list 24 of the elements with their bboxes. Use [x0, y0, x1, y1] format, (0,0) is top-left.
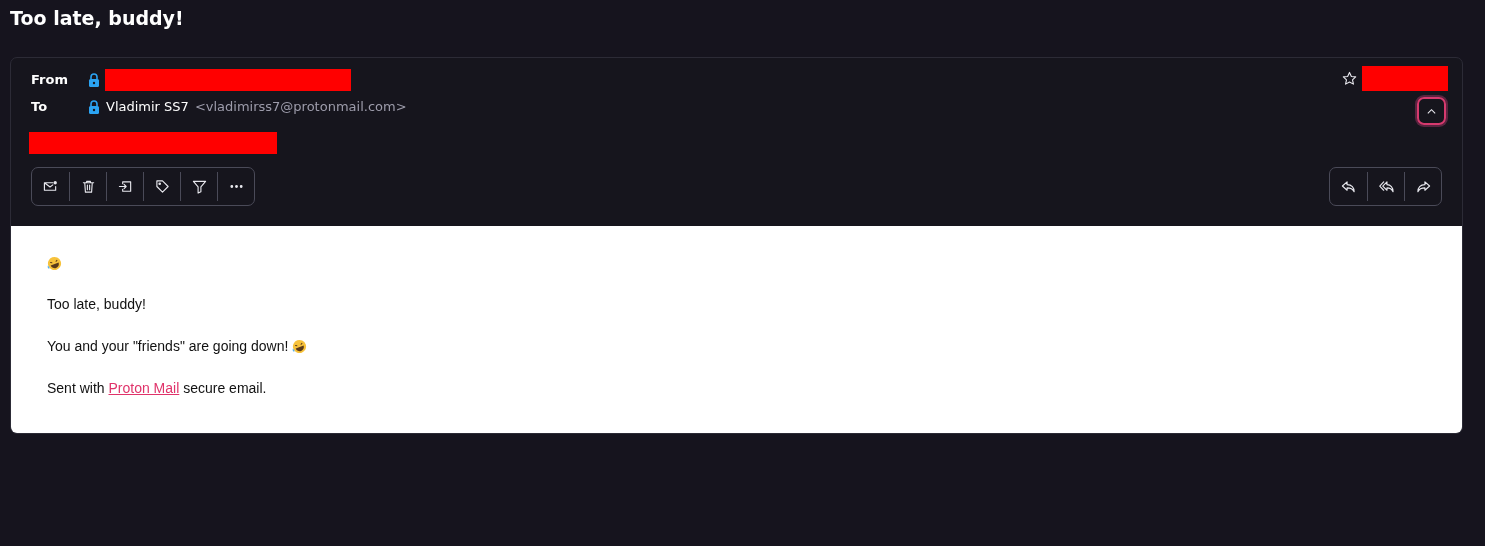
collapse-button[interactable] — [1417, 97, 1446, 125]
star-button[interactable] — [1340, 69, 1359, 88]
to-label: To — [31, 99, 49, 114]
forward-icon — [1415, 179, 1431, 194]
filter-icon — [191, 179, 207, 194]
tag-icon — [154, 179, 170, 194]
laughing-emoji-icon — [292, 338, 308, 354]
message-paragraph: You and your "friends" are going down! — [47, 337, 289, 355]
trash-icon — [80, 179, 96, 194]
envelope-icon — [43, 179, 58, 194]
signature-paragraph: Sent with Proton Mail secure email. — [47, 379, 268, 397]
recipient-name[interactable]: Vladimir SS7 — [106, 99, 189, 114]
lock-icon — [88, 72, 100, 87]
laughing-emoji-icon — [47, 256, 62, 271]
recipient-address: <vladimirss7@protonmail.com> — [194, 99, 407, 114]
reply-all-icon — [1378, 179, 1394, 194]
star-icon — [1342, 71, 1357, 86]
reply-icon — [1341, 179, 1356, 194]
lock-icon — [88, 99, 100, 114]
move-to-folder-icon — [117, 179, 133, 194]
from-label: From — [31, 72, 69, 87]
message-subject: Too late, buddy! — [10, 6, 185, 31]
message-paragraph: Too late, buddy! — [47, 295, 147, 313]
proton-mail-link[interactable]: Proton Mail — [108, 380, 180, 396]
